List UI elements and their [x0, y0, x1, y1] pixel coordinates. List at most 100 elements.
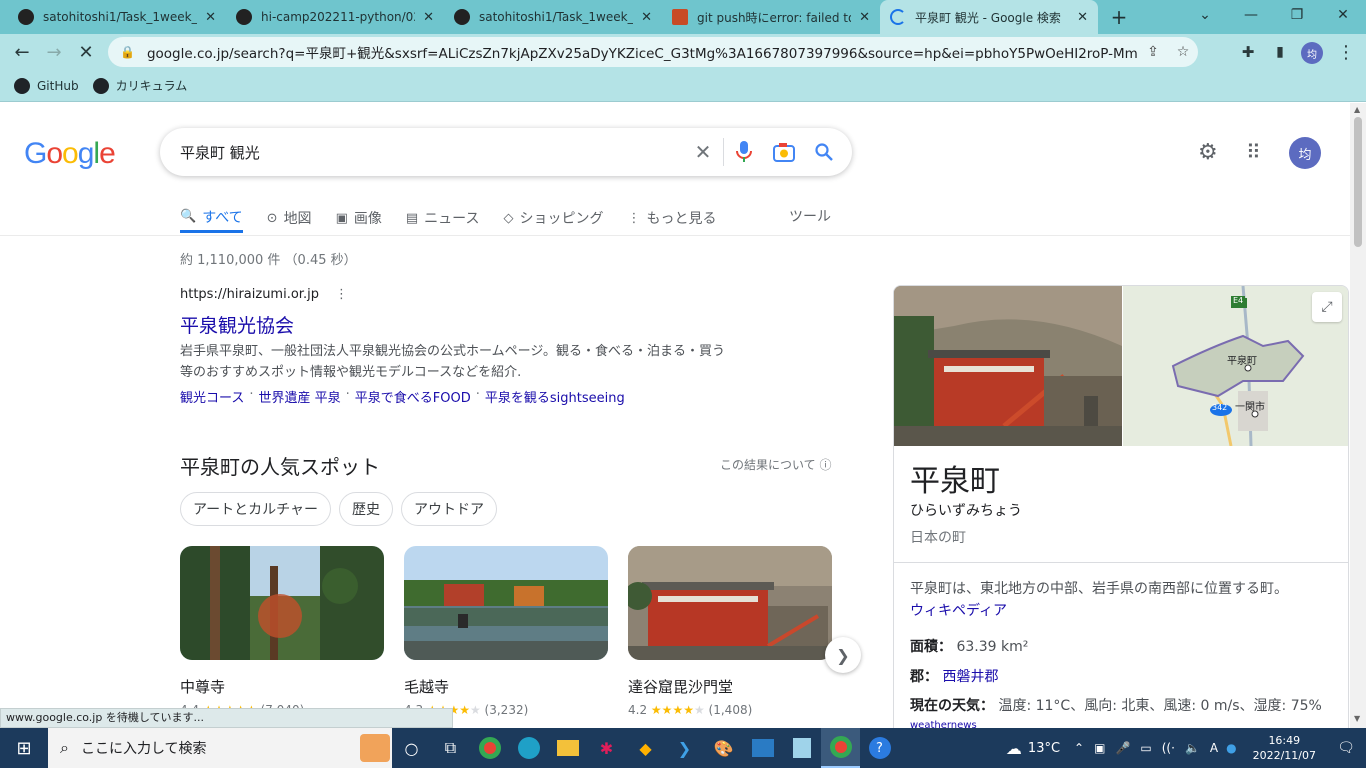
browser-tab[interactable]: satohitoshi1/Task_1week_Tas ✕	[8, 0, 226, 34]
result-title-link[interactable]: 平泉観光協会	[180, 311, 294, 338]
tab-more[interactable]: ⋮ もっと見る	[627, 203, 716, 233]
profile-avatar[interactable]: 均	[1301, 42, 1323, 64]
edge-icon[interactable]	[509, 728, 548, 768]
forward-icon[interactable]: →	[40, 38, 68, 66]
vscode-icon[interactable]: ❯	[665, 728, 704, 768]
wifi-icon[interactable]: ((·	[1162, 741, 1175, 755]
cortana-icon[interactable]: ○	[392, 728, 431, 768]
volume-icon[interactable]: 🔈	[1185, 741, 1200, 755]
kp-photo[interactable]	[894, 286, 1122, 446]
battery-icon[interactable]: ▭	[1140, 741, 1151, 755]
ime-icon[interactable]: A	[1210, 741, 1218, 755]
microphone-icon[interactable]	[724, 132, 764, 172]
browser-tab-active[interactable]: 平泉町 観光 - Google 検索 ✕	[880, 0, 1098, 34]
apps-grid-icon[interactable]: ⠿	[1246, 140, 1261, 164]
minimize-icon[interactable]: —	[1228, 0, 1274, 30]
weather-temperature[interactable]: 13°C	[1028, 741, 1060, 756]
spot-card[interactable]: 中尊寺 4.4 ★★★★★ (7,040)	[180, 546, 384, 717]
back-icon[interactable]: ←	[8, 38, 36, 66]
address-url[interactable]: google.co.jp/search?q=平泉町+観光&sxsrf=ALiCz…	[147, 42, 1138, 62]
scroll-down-icon[interactable]: ▼	[1354, 714, 1360, 723]
close-tab-icon[interactable]: ✕	[205, 10, 216, 25]
slack-icon[interactable]: ✱	[587, 728, 626, 768]
tab-maps[interactable]: ⊙ 地図	[267, 203, 312, 233]
tools-button[interactable]: ツール	[789, 206, 831, 226]
close-tab-icon[interactable]: ✕	[859, 10, 870, 25]
spot-photo[interactable]	[404, 546, 608, 660]
close-window-icon[interactable]: ✕	[1320, 0, 1366, 30]
scroll-up-icon[interactable]: ▲	[1354, 105, 1360, 114]
tab-all[interactable]: 🔍 すべて	[180, 203, 243, 233]
notepad-icon[interactable]	[782, 728, 821, 768]
stop-icon[interactable]: ✕	[72, 38, 100, 66]
spot-photo[interactable]	[180, 546, 384, 660]
spot-card[interactable]: 毛越寺 4.3 ★★★★★ (3,232)	[404, 546, 608, 717]
paint-icon[interactable]: 🎨	[704, 728, 743, 768]
extensions-icon[interactable]: ✚	[1234, 38, 1262, 66]
task-view-icon[interactable]: ⧉	[431, 728, 470, 768]
browser-tab[interactable]: git push時にerror: failed to p ✕	[662, 0, 880, 34]
onedrive-icon[interactable]: ●	[1226, 741, 1236, 755]
chip-history[interactable]: 歴史	[339, 492, 394, 526]
tab-shopping[interactable]: ◇ ショッピング	[503, 203, 603, 233]
chip-art-culture[interactable]: アートとカルチャー	[180, 492, 332, 526]
weather-cloud-icon[interactable]: ☁	[1006, 739, 1022, 758]
spot-name[interactable]: 達谷窟毘沙門堂	[628, 676, 832, 697]
settings-gear-icon[interactable]: ⚙	[1198, 140, 1218, 165]
chip-outdoor[interactable]: アウトドア	[401, 492, 498, 526]
wikipedia-link[interactable]: ウィキペディア	[910, 600, 1007, 620]
google-logo[interactable]: Google	[24, 137, 116, 171]
chevron-right-icon[interactable]: ❯	[825, 637, 861, 673]
new-tab-button[interactable]: +	[1106, 4, 1132, 30]
spot-photo[interactable]	[628, 546, 832, 660]
sitelink[interactable]: 世界遺産 平泉	[259, 387, 341, 406]
account-avatar[interactable]: 均	[1289, 137, 1321, 169]
photos-icon[interactable]	[743, 728, 782, 768]
camera-icon[interactable]	[764, 132, 804, 172]
clear-icon[interactable]: ✕	[683, 132, 723, 172]
close-tab-icon[interactable]: ✕	[1077, 10, 1088, 25]
chrome-icon[interactable]	[470, 728, 509, 768]
tab-search-icon[interactable]: ⌄	[1182, 0, 1228, 30]
scrollbar-thumb[interactable]	[1354, 117, 1362, 247]
chevron-up-icon[interactable]: ⌃	[1074, 741, 1084, 755]
browser-tab[interactable]: hi-camp202211-python/02_c ✕	[226, 0, 444, 34]
search-icon[interactable]	[804, 132, 844, 172]
close-tab-icon[interactable]: ✕	[641, 10, 652, 25]
help-icon[interactable]: ?	[860, 728, 899, 768]
bookmark-star-icon[interactable]: ☆	[1168, 44, 1198, 60]
bookmark-item[interactable]: GitHub	[14, 77, 79, 94]
sourcetree-icon[interactable]: ◆	[626, 728, 665, 768]
windows-start-icon[interactable]: ⊞	[0, 728, 48, 768]
share-icon[interactable]: ⇪	[1138, 44, 1168, 60]
network-device-icon[interactable]: ▣	[1094, 741, 1105, 755]
notification-icon[interactable]: 🗨	[1326, 740, 1366, 756]
lock-icon[interactable]: 🔒	[120, 45, 135, 59]
search-box[interactable]: 平泉町 観光 ✕	[160, 128, 852, 176]
more-vert-icon[interactable]: ⋮	[335, 287, 348, 302]
chrome-active-icon[interactable]	[821, 728, 860, 768]
sitelink[interactable]: 平泉を観るsightseeing	[485, 387, 625, 406]
weathernews-link[interactable]: weathernews	[910, 720, 977, 728]
browser-tab[interactable]: satohitoshi1/Task_1week_Tas ✕	[444, 0, 662, 34]
tab-images[interactable]: ▣ 画像	[336, 203, 382, 233]
expand-icon[interactable]: ⤢	[1312, 292, 1342, 322]
search-input[interactable]: 平泉町 観光	[180, 142, 683, 163]
file-explorer-icon[interactable]	[548, 728, 587, 768]
address-bar[interactable]: 🔒 google.co.jp/search?q=平泉町+観光&sxsrf=ALi…	[108, 37, 1198, 67]
bookmark-item[interactable]: カリキュラム	[92, 77, 187, 94]
taskbar-clock[interactable]: 16:49 2022/11/07	[1243, 733, 1326, 763]
spot-name[interactable]: 毛越寺	[404, 676, 608, 697]
sitelink[interactable]: 観光コース	[180, 387, 244, 406]
microphone-icon[interactable]: 🎤	[1115, 741, 1130, 755]
spot-name[interactable]: 中尊寺	[180, 676, 384, 697]
tab-news[interactable]: ▤ ニュース	[406, 203, 480, 233]
menu-icon[interactable]: ⋮	[1332, 38, 1360, 66]
kp-district-link[interactable]: 西磐井郡	[942, 669, 998, 685]
sitelink[interactable]: 平泉で食べるFOOD	[355, 387, 471, 406]
close-tab-icon[interactable]: ✕	[423, 10, 434, 25]
taskbar-search-box[interactable]: ⌕ ここに入力して検索	[48, 728, 392, 768]
page-scrollbar[interactable]: ▲ ▼	[1350, 103, 1366, 728]
restore-icon[interactable]: ❐	[1274, 0, 1320, 30]
spot-card[interactable]: 達谷窟毘沙門堂 4.2 ★★★★★ (1,408)	[628, 546, 832, 717]
